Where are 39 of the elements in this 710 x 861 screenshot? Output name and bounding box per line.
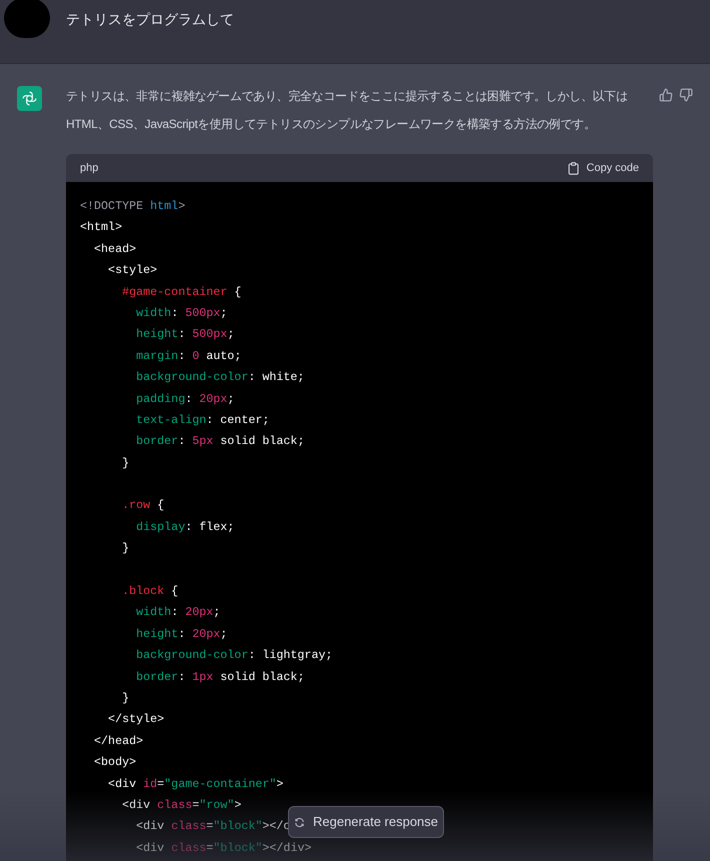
- code-line: width: 20px;: [135, 605, 220, 620]
- code-line: border: 5px solid black;: [135, 434, 304, 448]
- thumbs-up-icon[interactable]: [659, 88, 673, 102]
- code-line: <head>: [93, 242, 136, 256]
- code-line: .row {: [121, 498, 164, 512]
- code-line: margin: 0 auto;: [135, 348, 242, 363]
- code-line: height: 500px;: [135, 327, 234, 342]
- code-line: .block {: [121, 584, 178, 598]
- code-line: <html>: [80, 220, 122, 234]
- user-message: テトリスをプログラムして: [66, 10, 234, 29]
- clipboard-icon: [567, 162, 580, 174]
- code-line: <div class="row">: [121, 798, 242, 812]
- code-line: #game-container {: [121, 284, 242, 299]
- code-line: <style>: [107, 263, 158, 278]
- code-line: <div id="game-container">: [107, 776, 284, 791]
- code-line: }: [121, 690, 130, 705]
- assistant-message: テトリスは、非常に複雑なゲームであり、完全なコードをここに提示することは困難です。しかし、以下はHTML、CSS、JavaScriptを使用してテトリスのシンプルなフレームワークを構築する方法の例です。: [66, 88, 629, 133]
- code-line: padding: 20px;: [135, 392, 234, 406]
- code-line: <div class="block"></div>: [135, 840, 312, 855]
- thumbs-down-icon[interactable]: [679, 88, 693, 102]
- code-line: </style>: [107, 712, 164, 726]
- code-line: }: [121, 541, 130, 556]
- avatar: [4, 0, 50, 38]
- code-line: display: flex;: [135, 520, 234, 534]
- code-line: border: 1px solid black;: [135, 670, 304, 684]
- assistant-logo-icon: [17, 86, 42, 111]
- code-line: <body>: [93, 755, 136, 770]
- code-line: width: 500px;: [135, 306, 228, 320]
- code-line: }: [121, 456, 130, 470]
- code-line: background-color: lightgray;: [135, 648, 332, 662]
- refresh-icon: [294, 816, 305, 828]
- regenerate-response-button[interactable]: Regenerate response: [288, 806, 444, 838]
- code-line: text-align: center;: [135, 412, 270, 427]
- copy-code-button[interactable]: Copy code: [567, 160, 639, 176]
- code-language: php: [80, 160, 98, 176]
- code-line: </head>: [93, 734, 144, 748]
- code-line: background-color: white;: [135, 370, 304, 384]
- code-line: height: 20px;: [135, 626, 228, 641]
- code-line: <!DOCTYPE html>: [80, 199, 186, 213]
